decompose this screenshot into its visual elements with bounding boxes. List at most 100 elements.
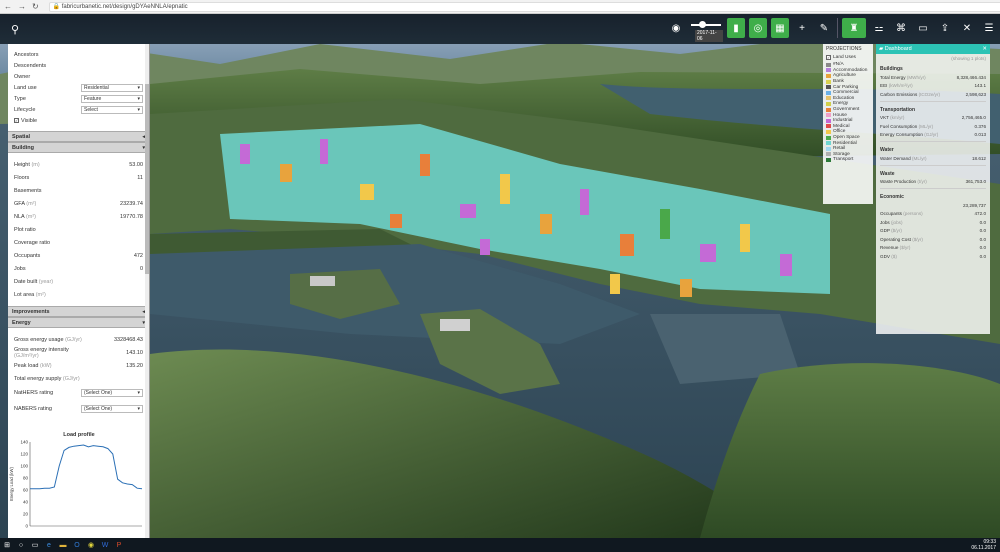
- y-tick-label: 20: [23, 512, 29, 517]
- dashboard-metric: Total Energy (MWh/yr) 8,328,466.434: [876, 73, 990, 82]
- field-value[interactable]: 143.10: [83, 350, 143, 356]
- add-button[interactable]: +: [793, 18, 811, 38]
- field-row: Gross energy intensity (GJ/m²/yr) 143.10: [8, 346, 149, 359]
- field-value[interactable]: 53.00: [83, 162, 143, 168]
- dashboard-divider: [880, 141, 986, 142]
- field-row: Total energy supply (GJ/yr): [8, 372, 149, 385]
- slider-knob[interactable]: [699, 21, 706, 28]
- legend-swatch: [826, 157, 831, 162]
- ancestors-row[interactable]: Ancestors: [8, 49, 149, 60]
- field-value[interactable]: 135.20: [83, 363, 143, 369]
- metric-unit: (jobs): [891, 219, 903, 225]
- field-value[interactable]: 0: [83, 266, 143, 272]
- reload-icon[interactable]: ↻: [32, 2, 39, 11]
- field-value[interactable]: 3328468.43: [83, 337, 143, 343]
- chrome-icon[interactable]: ◉: [86, 540, 96, 550]
- date-slider[interactable]: 2017-11-06: [689, 18, 723, 42]
- energy-section-header[interactable]: Energy ▾: [8, 317, 149, 328]
- dashboard-sections: Buildings Total Energy (MWh/yr) 8,328,466.…: [876, 63, 990, 261]
- tag-button[interactable]: ⌘: [892, 18, 910, 38]
- forward-icon[interactable]: →: [18, 2, 26, 11]
- windows-start-icon[interactable]: ⊞: [2, 540, 12, 550]
- legend-label: Office: [833, 129, 846, 135]
- hierarchy-button[interactable]: ⚍: [870, 18, 888, 38]
- field-unit: (m): [31, 161, 40, 168]
- legend-label: Transport: [833, 157, 854, 163]
- search-icon[interactable]: ○: [16, 540, 26, 550]
- legend-item: Transport: [826, 157, 870, 163]
- improvements-section-header[interactable]: Improvements ◂: [8, 306, 149, 317]
- legend-swatch: [826, 152, 831, 157]
- field-unit: (m²): [35, 291, 46, 298]
- field-unit: (GJ/yr): [62, 375, 80, 382]
- upload-button[interactable]: ⇪: [936, 18, 954, 38]
- system-clock[interactable]: 09:33 06.11.2017: [971, 539, 996, 551]
- close-button[interactable]: ✕: [958, 18, 976, 38]
- legend-label: House: [833, 112, 847, 118]
- close-icon[interactable]: ✕: [982, 46, 987, 52]
- scrollbar-thumb[interactable]: [145, 84, 149, 274]
- search-button[interactable]: ⚲: [0, 14, 30, 44]
- building-section-header[interactable]: Building ▾: [8, 142, 149, 153]
- load-profile-line: [30, 444, 143, 490]
- land-uses-checkbox[interactable]: ✓: [826, 55, 831, 60]
- view-button[interactable]: ◎: [749, 18, 767, 38]
- app-toolbar: ⚲ ◉ 2017-11-06 ▮ ◎ ▦ + ✎ ♜ ⚍ ⌘ ▭ ⇪ ✕ ☰: [0, 14, 1000, 44]
- metric-unit: (ML/yr): [918, 123, 934, 129]
- panel-scrollbar[interactable]: [145, 44, 149, 538]
- field-value[interactable]: 19770.78: [83, 214, 143, 220]
- folder-button[interactable]: ▭: [914, 18, 932, 38]
- metric-value: 0.0: [979, 253, 986, 259]
- spatial-section-header[interactable]: Spatial ◂: [8, 131, 149, 142]
- lifecycle-select[interactable]: Select: [81, 105, 143, 114]
- legend-label: Open Space: [833, 135, 860, 141]
- legend-label: Residential: [833, 140, 857, 146]
- word-icon[interactable]: W: [100, 540, 110, 550]
- owner-row[interactable]: Owner: [8, 71, 149, 82]
- lifecycle-row: Lifecycle Select: [8, 104, 149, 115]
- back-icon[interactable]: ←: [4, 2, 12, 11]
- descendents-row[interactable]: Descendents: [8, 60, 149, 71]
- task-view-icon[interactable]: ▭: [30, 540, 40, 550]
- field-value[interactable]: 23239.74: [83, 201, 143, 207]
- map-button[interactable]: ▦: [771, 18, 789, 38]
- visible-checkbox[interactable]: ✓: [14, 118, 19, 123]
- metric-value: 361,753.0: [965, 179, 986, 185]
- dashboard-metric: 23,289,737: [876, 201, 990, 210]
- location-button[interactable]: ◉: [667, 18, 685, 38]
- y-tick-label: 40: [23, 500, 29, 505]
- metric-value: 0.0: [979, 245, 986, 251]
- legend-swatch: [826, 118, 831, 123]
- y-tick-label: 0: [25, 524, 28, 529]
- search-icon: ⚲: [10, 23, 20, 36]
- nathers-select[interactable]: (Select One): [81, 389, 143, 397]
- metric-unit: (MWh/yr): [906, 74, 926, 80]
- building-button[interactable]: ▮: [727, 18, 745, 38]
- land-use-select[interactable]: Residential: [81, 83, 143, 92]
- type-select[interactable]: Feature: [81, 94, 143, 103]
- outlook-icon[interactable]: O: [72, 540, 82, 550]
- field-label: NLA: [14, 213, 25, 220]
- field-label: Coverage ratio: [14, 239, 51, 246]
- dashboard-metric: Carbon Emissions (tCO2e/yr) 2,598,623: [876, 90, 990, 99]
- url-text: fabricurbanetic.net/design/gDYAeNNLA/epn…: [61, 3, 188, 10]
- dashboard-button[interactable]: ♜: [842, 18, 866, 38]
- address-bar[interactable]: 🔒 fabricurbanetic.net/design/gDYAeNNLA/e…: [48, 1, 1000, 12]
- dashboard-metric: Waste Production (t/yr) 361,753.0: [876, 178, 990, 187]
- hierarchy-icon: ⚍: [874, 22, 884, 34]
- file-explorer-icon[interactable]: ▬: [58, 540, 68, 550]
- metric-unit: (ML/yr): [912, 155, 927, 161]
- metric-value: 23,289,737: [963, 202, 986, 208]
- pencil-icon: ✎: [819, 22, 829, 34]
- menu-button[interactable]: ☰: [980, 18, 998, 38]
- nabers-select[interactable]: (Select One): [81, 405, 143, 413]
- field-value[interactable]: 472: [83, 253, 143, 259]
- powerpoint-icon[interactable]: P: [114, 540, 124, 550]
- metric-label: EEI: [880, 83, 888, 89]
- land-uses-toggle[interactable]: ✓ Land Uses: [826, 55, 870, 60]
- metric-value: 0.013: [974, 132, 987, 138]
- field-value[interactable]: 11: [83, 175, 143, 181]
- edit-button[interactable]: ✎: [815, 18, 833, 38]
- projections-title: PROJECTIONS: [826, 46, 862, 52]
- edge-icon[interactable]: e: [44, 540, 54, 550]
